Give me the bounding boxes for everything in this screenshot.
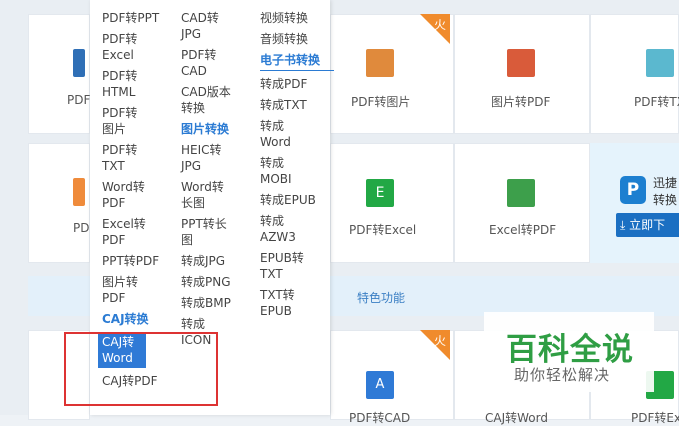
menu-item[interactable]: PDF转CAD <box>181 47 225 79</box>
menu-item[interactable]: PDF转PPT <box>102 10 176 26</box>
menu-item[interactable]: 转成BMP <box>181 295 255 311</box>
menu-item[interactable]: PDF转TXT <box>102 142 146 174</box>
menu-item[interactable]: 转成TXT <box>260 97 334 113</box>
tool-card-label: PDF转图片 <box>351 95 411 109</box>
menu-item[interactable]: PDF转Excel <box>102 31 146 63</box>
highlight-annotation-box <box>64 332 218 406</box>
menu-item[interactable]: 图片转PDF <box>102 274 146 306</box>
tool-card-label: PD <box>73 221 90 235</box>
menu-heading-image: 图片转换 <box>181 122 230 136</box>
menu-item[interactable]: 转成PNG <box>181 274 255 290</box>
menu-item[interactable]: PPT转长图 <box>181 216 233 248</box>
menu-item[interactable]: Excel转PDF <box>102 216 154 248</box>
tool-card-pd[interactable]: PD <box>28 143 90 263</box>
tool-card-image-to-pdf[interactable]: 图片转PDF <box>454 14 590 134</box>
menu-item[interactable]: HEIC转JPG <box>181 142 225 174</box>
menu-item[interactable]: PDF转图片 <box>102 105 146 137</box>
tool-card-pdf-to-txt[interactable]: PDF转TX <box>590 14 679 134</box>
download-button[interactable]: ⤓ 立即下 <box>616 213 679 237</box>
watermark-subtitle: 助你轻松解决 <box>514 366 611 384</box>
download-icon: ⤓ <box>620 218 626 232</box>
menu-heading-caj: CAJ转换 <box>102 312 149 326</box>
fire-icon: 火 <box>434 334 447 348</box>
promo-line-2: 转换 <box>653 193 678 207</box>
promo-line-1: 迅捷 <box>653 176 678 190</box>
cad-icon: A <box>366 371 394 399</box>
menu-item[interactable]: EPUB转TXT <box>260 250 310 282</box>
tool-card-label: PDF转TX <box>634 95 679 109</box>
excel-pdf-icon <box>507 179 535 207</box>
tool-card-label: CAJ转Word <box>485 411 548 425</box>
tool-card-pdf[interactable]: PDF <box>28 14 90 134</box>
hot-tag: 火 <box>420 14 450 44</box>
menu-item[interactable]: 转成MOBI <box>260 155 300 187</box>
tool-card-label: PDF转Ex <box>631 411 679 425</box>
menu-item[interactable]: 视频转换 <box>260 10 334 26</box>
menu-item[interactable]: CAD版本转换 <box>181 84 237 116</box>
fire-icon: 火 <box>434 18 447 32</box>
pdf-icon <box>73 49 85 77</box>
menu-column-media-ebook: 视频转换 音频转换 电子书转换 转成PDF 转成TXT 转成Word 转成MOB… <box>260 10 334 324</box>
tool-card-excel-to-pdf[interactable]: Excel转PDF <box>454 143 590 263</box>
tool-card-pdf-to-excel[interactable]: E PDF转Excel <box>330 143 454 263</box>
pdf-icon <box>73 178 85 206</box>
menu-item[interactable]: 转成PDF <box>260 76 334 92</box>
menu-column-cad-image: CAD转JPG PDF转CAD CAD版本转换 图片转换 HEIC转JPG Wo… <box>181 10 255 353</box>
menu-item[interactable]: 转成EPUB <box>260 192 334 208</box>
menu-item[interactable]: 转成AZW3 <box>260 213 300 245</box>
download-button-label: 立即下 <box>629 218 666 232</box>
app-logo-icon: P <box>620 176 646 204</box>
tool-card-label: PDF <box>67 93 91 107</box>
hot-tag: 火 <box>420 330 450 360</box>
menu-heading-ebook: 电子书转换 <box>260 52 334 71</box>
tool-card-label: PDF转Excel <box>349 223 417 237</box>
menu-item[interactable]: 转成Word <box>260 118 300 150</box>
tool-card-label: Excel转PDF <box>489 223 557 237</box>
menu-item[interactable]: Word转长图 <box>181 179 233 211</box>
text-icon <box>646 49 674 77</box>
watermark: 百科全说 助你轻松解决 <box>484 312 654 392</box>
menu-item[interactable]: Word转PDF <box>102 179 154 211</box>
tool-card-label: 图片转PDF <box>491 95 551 109</box>
section-title: 特色功能 <box>357 291 406 305</box>
promo-banner[interactable]: P 迅捷 转换 ⤓ 立即下 <box>590 143 679 263</box>
image-icon <box>366 49 394 77</box>
watermark-title: 百科全说 <box>506 332 634 368</box>
menu-item[interactable]: 转成JPG <box>181 253 255 269</box>
menu-item[interactable]: CAD转JPG <box>181 10 225 42</box>
tool-card-label: PDF转CAD <box>349 411 411 425</box>
excel-icon: E <box>366 179 394 207</box>
pdf-icon <box>507 49 535 77</box>
menu-item[interactable]: PDF转HTML <box>102 68 146 100</box>
menu-item[interactable]: PPT转PDF <box>102 253 176 269</box>
menu-item[interactable]: TXT转EPUB <box>260 287 310 319</box>
menu-item[interactable]: 音频转换 <box>260 31 334 47</box>
